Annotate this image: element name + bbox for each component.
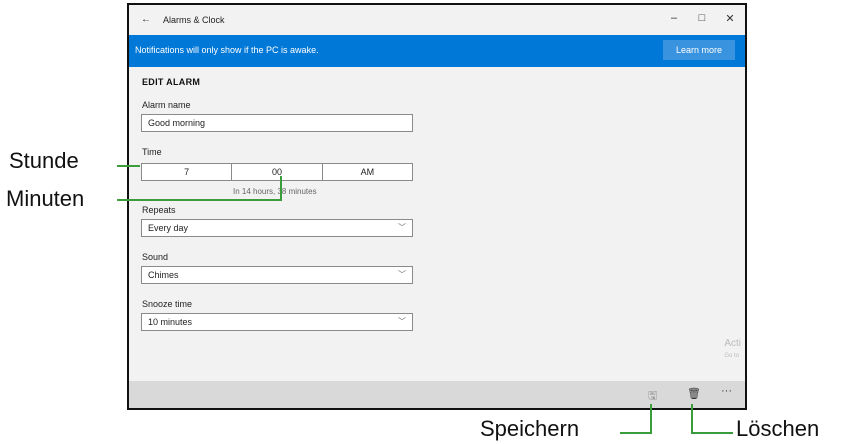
callout-minuten-line xyxy=(117,199,281,201)
ampm-selector[interactable]: AM xyxy=(323,164,412,180)
activation-watermark-sub: Go to xyxy=(724,353,739,359)
callout-stunde: Stunde xyxy=(9,148,79,173)
alarm-name-label: Alarm name xyxy=(142,100,191,110)
time-label: Time xyxy=(142,147,162,157)
snooze-label: Snooze time xyxy=(142,299,193,309)
time-until-text: In 14 hours, 38 minutes xyxy=(233,187,317,196)
close-icon[interactable]: ✕ xyxy=(723,12,737,25)
snooze-value: 10 minutes xyxy=(148,317,193,327)
callout-speichern-line xyxy=(620,432,652,434)
sound-label: Sound xyxy=(142,252,169,262)
callout-speichern: Speichern xyxy=(480,416,580,441)
callout-loeschen-line-v xyxy=(691,404,693,434)
callout-speichern-line-v xyxy=(650,404,652,434)
chevron-down-icon: ﹀ xyxy=(398,317,406,326)
snooze-dropdown[interactable]: 10 minutes ﹀ xyxy=(141,313,413,331)
page-title: EDIT ALARM xyxy=(142,77,201,87)
more-icon[interactable]: ··· xyxy=(721,385,732,397)
notification-banner: Notifications will only show if the PC i… xyxy=(129,35,745,67)
command-bar: 🖫 🗑 ··· xyxy=(129,381,745,408)
callout-loeschen: Löschen xyxy=(736,416,820,441)
maximize-icon[interactable]: □ xyxy=(695,12,709,24)
repeats-dropdown[interactable]: Every day ﹀ xyxy=(141,219,413,237)
title-bar: ← Alarms & Clock – □ ✕ xyxy=(129,5,745,35)
chevron-down-icon: ﹀ xyxy=(398,270,406,279)
callout-loeschen-line xyxy=(691,432,733,434)
window-title: Alarms & Clock xyxy=(163,15,225,25)
chevron-down-icon: ﹀ xyxy=(398,223,406,232)
activation-watermark: Acti xyxy=(724,338,741,349)
back-arrow-icon[interactable]: ← xyxy=(141,14,151,25)
callout-minuten-line-v xyxy=(280,176,282,201)
hour-selector[interactable]: 7 xyxy=(142,164,233,180)
sound-dropdown[interactable]: Chimes ﹀ xyxy=(141,266,413,284)
time-picker[interactable]: 7 00 AM xyxy=(141,163,413,181)
minimize-icon[interactable]: – xyxy=(667,12,681,24)
edit-alarm-panel: EDIT ALARM Alarm name Good morning Time … xyxy=(129,67,745,381)
banner-message: Notifications will only show if the PC i… xyxy=(135,45,319,55)
app-window: ← Alarms & Clock – □ ✕ Notifications wil… xyxy=(127,3,747,410)
callout-minuten: Minuten xyxy=(6,186,85,211)
learn-more-button[interactable]: Learn more xyxy=(663,40,735,60)
repeats-label: Repeats xyxy=(142,205,176,215)
delete-icon[interactable]: 🗑 xyxy=(687,387,701,400)
alarm-name-input[interactable]: Good morning xyxy=(141,114,413,132)
repeats-value: Every day xyxy=(148,223,189,233)
sound-value: Chimes xyxy=(148,270,179,280)
callout-stunde-line xyxy=(117,165,140,167)
minute-selector[interactable]: 00 xyxy=(232,164,323,180)
